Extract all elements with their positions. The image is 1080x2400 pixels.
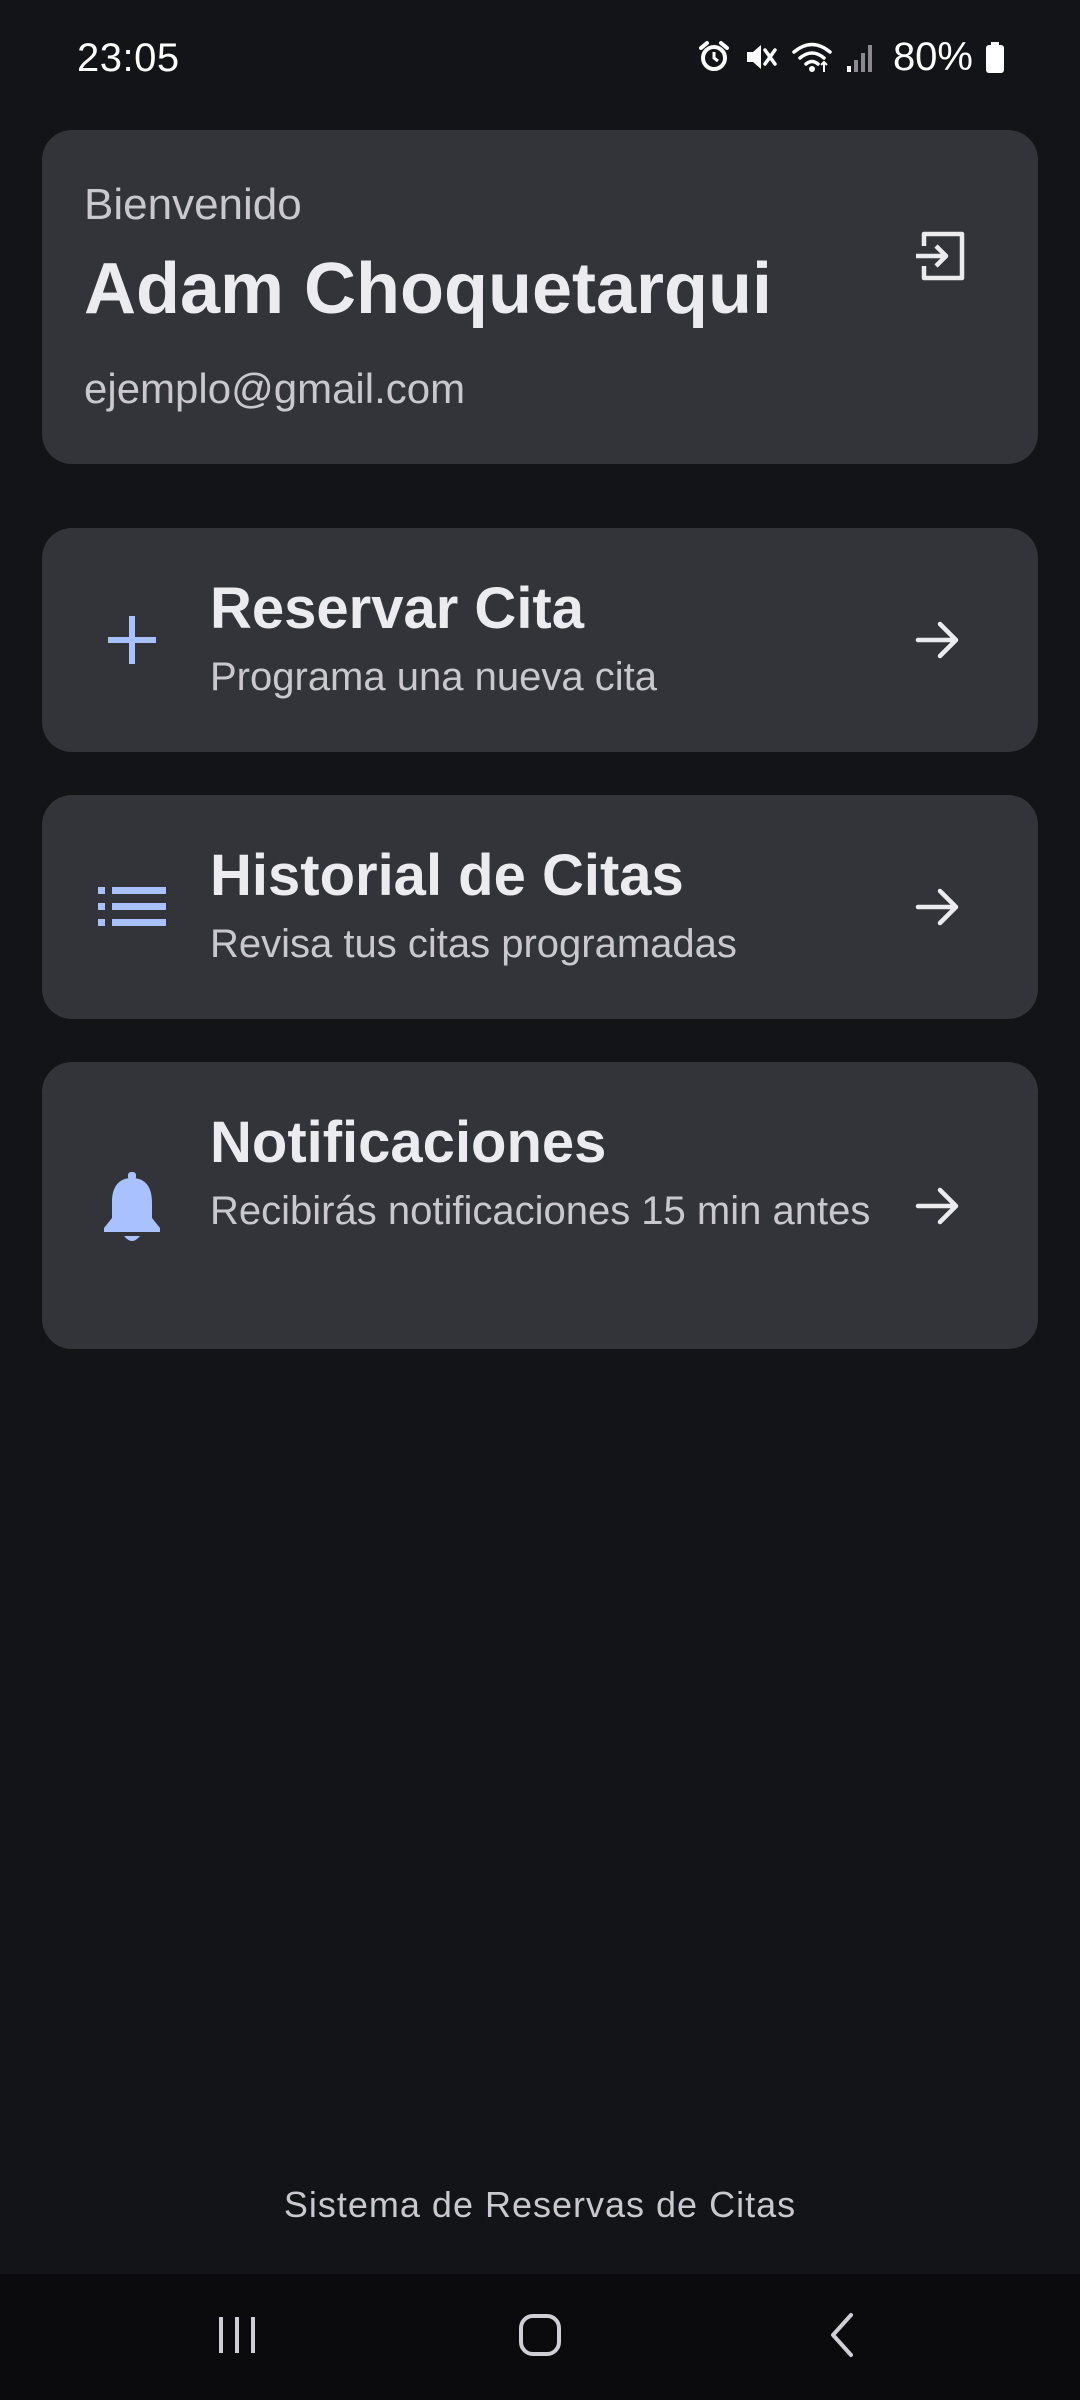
arrow-right-icon[interactable] [908,1176,968,1236]
historial-citas-card[interactable]: Historial de Citas Revisa tus citas prog… [42,795,1038,1019]
menu-subtitle: Recibirás notificaciones 15 min antes [210,1189,871,1233]
menu-subtitle: Revisa tus citas programadas [210,922,737,966]
battery-percent: 80% [892,34,973,79]
notificaciones-text: Notificaciones Recibirás notificaciones … [210,1108,890,1242]
recents-icon [215,2315,259,2360]
status-time: 23:05 [77,36,180,80]
arrow-right-icon[interactable] [908,877,968,937]
navigation-bar [0,2274,1080,2400]
status-icons: 80% [697,34,1005,80]
welcome-label: Bienvenido [84,180,302,229]
back-icon [827,2312,857,2363]
wifi-icon [791,40,833,74]
mute-icon [743,40,779,74]
status-bar: 23:05 80% [0,0,1080,120]
logout-button[interactable] [902,220,978,296]
battery-icon [985,40,1005,74]
menu-title: Reservar Cita [210,576,584,641]
home-icon [518,2313,562,2362]
menu-title: Notificaciones [210,1110,607,1175]
arrow-right-icon[interactable] [908,610,968,670]
home-button[interactable] [500,2302,580,2372]
user-name: Adam Choquetarqui [84,249,773,329]
plus-icon [92,600,172,680]
list-icon [92,867,172,947]
reservar-cita-text: Reservar Cita Programa una nueva cita [210,574,890,708]
notificaciones-card[interactable]: Notificaciones Recibirás notificaciones … [42,1062,1038,1349]
user-email: ejemplo@gmail.com [84,365,466,412]
historial-citas-text: Historial de Citas Revisa tus citas prog… [210,841,890,975]
menu-title: Historial de Citas [210,843,684,908]
back-button[interactable] [802,2302,882,2372]
recents-button[interactable] [197,2302,277,2372]
logout-icon [912,228,968,289]
alarm-icon [697,40,731,74]
footer-text: Sistema de Reservas de Citas [283,2184,797,2225]
profile-card: Bienvenido Adam Choquetarqui ejemplo@gma… [42,130,1038,464]
menu-subtitle: Programa una nueva cita [210,655,657,699]
signal-icon [845,40,875,74]
reservar-cita-card[interactable]: Reservar Cita Programa una nueva cita [42,528,1038,752]
bell-icon [92,1168,172,1248]
